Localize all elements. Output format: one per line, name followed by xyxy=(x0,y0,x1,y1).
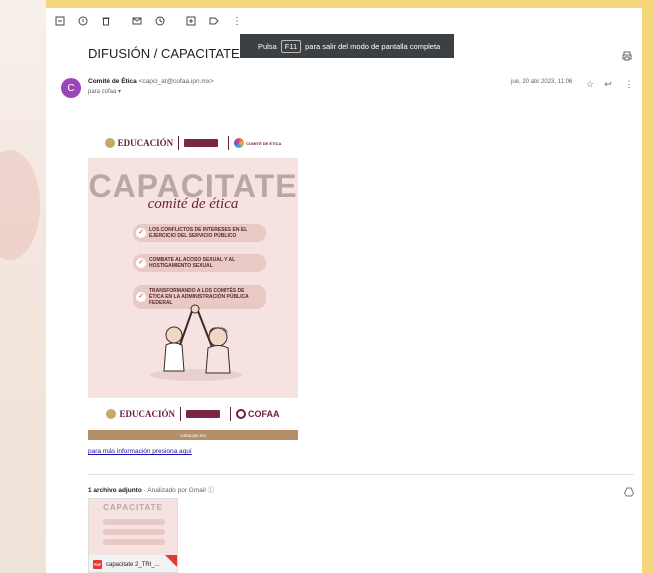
attachments-header: 1 archivo adjunto · Analizado por Gmail … xyxy=(88,484,214,494)
educacion-logo: EDUCACIÓN xyxy=(106,409,175,419)
print-icon[interactable] xyxy=(622,48,632,61)
ipn-logo xyxy=(186,410,220,418)
cofaa-logo: COFAA xyxy=(236,409,280,419)
email-subject: DIFUSIÓN / CAPACITATE xyxy=(88,46,240,61)
attachments-divider xyxy=(88,474,634,475)
mark-unread-icon[interactable] xyxy=(129,13,145,29)
seal-icon xyxy=(106,409,117,419)
email-toolbar: ⋮ xyxy=(46,8,642,34)
delete-icon[interactable] xyxy=(98,13,114,29)
poster-bottom-logos: EDUCACIÓN COFAA xyxy=(88,398,298,430)
poster-image: EDUCACIÓN COMITÉ DE ÉTICA CAPACITATE com… xyxy=(88,128,298,440)
background-decoration xyxy=(0,150,40,260)
fullscreen-toast: Pulsa F11 para salir del modo de pantall… xyxy=(240,34,454,58)
comite-etica-logo-icon xyxy=(234,138,245,148)
attachment-thumbnail[interactable]: CAPACITATE PDF capacitate 2_TRI_... xyxy=(88,498,178,573)
thumbnail-title: CAPACITATE xyxy=(103,503,163,512)
sender-line: Comité de Ética <capci_at@cofaa.ipn.mx> xyxy=(88,78,214,85)
add-to-tasks-icon[interactable] xyxy=(183,13,199,29)
email-date: jue, 20 abr 2023, 11:06 xyxy=(511,79,573,85)
poster-subtitle: comité de ética xyxy=(147,196,239,212)
add-to-drive-icon[interactable] xyxy=(623,484,635,497)
pdf-corner-icon xyxy=(165,555,177,567)
sender-avatar[interactable]: C xyxy=(61,78,81,98)
label-icon[interactable] xyxy=(206,13,222,29)
poster-item-text: LOS CONFLICTOS DE INTERESES EN EL EJERCI… xyxy=(149,227,248,239)
poster-footer: cofaa.ipn.mx xyxy=(88,430,298,440)
toast-text-after: para salir del modo de pantalla completa xyxy=(305,41,441,51)
reply-icon[interactable]: ↩ xyxy=(603,79,613,89)
educacion-logo-text: EDUCACIÓN xyxy=(119,409,175,419)
attachment-name-bar: PDF capacitate 2_TRI_... xyxy=(89,555,177,572)
high-five-illustration xyxy=(150,304,242,381)
toast-key: F11 xyxy=(280,39,302,53)
archive-icon[interactable] xyxy=(52,13,68,29)
poster-item: ✓ COMBATE AL ACOSO SEXUAL Y AL HOSTIGAMIE… xyxy=(133,254,266,272)
email-view: ⋮ Pulsa F11 para salir del modo de panta… xyxy=(46,8,642,573)
scanned-by-gmail: · Analizado por Gmail ⓘ xyxy=(143,487,215,494)
recipient-dropdown[interactable]: para cofaa ▾ xyxy=(88,88,121,95)
check-icon: ✓ xyxy=(136,258,146,268)
sender-name[interactable]: Comité de Ética xyxy=(88,78,137,85)
report-spam-icon[interactable] xyxy=(75,13,91,29)
background-right xyxy=(642,0,653,573)
more-info-link[interactable]: para más información presiona aquí xyxy=(88,448,192,455)
ipn-logo xyxy=(184,139,219,147)
poster-item: ✓ LOS CONFLICTOS DE INTERESES EN EL EJERC… xyxy=(133,224,266,242)
attachment-count: 1 archivo adjunto xyxy=(88,487,142,494)
seal-icon xyxy=(104,138,115,148)
more-vert-icon[interactable]: ⋮ xyxy=(229,13,245,29)
attachment-filename: capacitate 2_TRI_... xyxy=(106,561,160,568)
sender-email: <capci_at@cofaa.ipn.mx> xyxy=(138,78,214,85)
pdf-icon: PDF xyxy=(93,560,102,569)
comite-etica-logo-text: COMITÉ DE ÉTICA xyxy=(246,140,282,146)
toast-text-before: Pulsa xyxy=(258,41,277,51)
poster-item-text: COMBATE AL ACOSO SEXUAL Y AL HOSTIGAMIEN… xyxy=(149,257,236,269)
check-icon: ✓ xyxy=(136,228,146,238)
more-vert-icon[interactable]: ⋮ xyxy=(624,79,634,89)
educacion-logo: EDUCACIÓN xyxy=(104,138,174,148)
star-icon[interactable]: ☆ xyxy=(585,79,595,89)
check-icon: ✓ xyxy=(136,292,146,302)
cofaa-logo-text: COFAA xyxy=(248,409,280,419)
poster-top-logos: EDUCACIÓN COMITÉ DE ÉTICA xyxy=(88,128,298,158)
background-left xyxy=(0,0,46,573)
snooze-icon[interactable] xyxy=(152,13,168,29)
educacion-logo-text: EDUCACIÓN xyxy=(117,138,174,148)
